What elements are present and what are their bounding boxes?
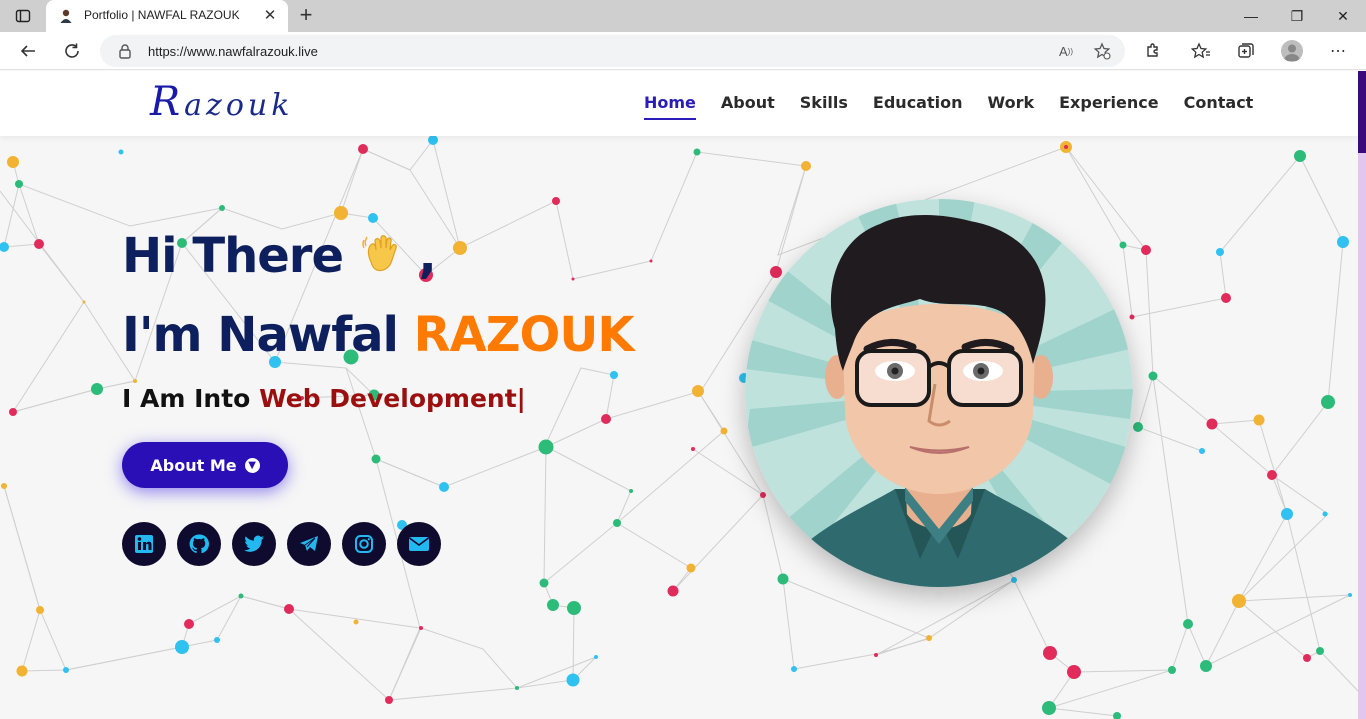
site-favicon-icon bbox=[60, 9, 72, 23]
favorites-icon[interactable] bbox=[1190, 40, 1212, 62]
browser-tab[interactable]: Portfolio | NAWFAL RAZOUK ✕ bbox=[46, 0, 288, 32]
profile-avatar-image bbox=[745, 199, 1133, 587]
tab-actions-icon[interactable] bbox=[15, 8, 31, 24]
lock-icon[interactable] bbox=[118, 43, 132, 59]
telegram-link[interactable] bbox=[287, 522, 331, 566]
main-nav: Home About Skills Education Work Experie… bbox=[644, 93, 1278, 120]
page-viewport: Razouk Home About Skills Education Work … bbox=[0, 71, 1358, 719]
twitter-link[interactable] bbox=[232, 522, 276, 566]
site-header: Razouk Home About Skills Education Work … bbox=[0, 71, 1358, 136]
back-icon[interactable] bbox=[14, 37, 42, 65]
nav-link-education[interactable]: Education bbox=[873, 93, 963, 120]
nav-link-work[interactable]: Work bbox=[988, 93, 1035, 120]
typed-prefix: I Am Into bbox=[122, 384, 251, 413]
tab-title: Portfolio | NAWFAL RAZOUK bbox=[84, 8, 240, 22]
hero-greeting: Hi There , bbox=[122, 228, 437, 284]
mail-icon bbox=[409, 537, 429, 551]
nav-link-skills[interactable]: Skills bbox=[800, 93, 848, 120]
extensions-icon[interactable] bbox=[1142, 40, 1164, 62]
refresh-icon[interactable] bbox=[58, 37, 86, 65]
browser-tab-bar: Portfolio | NAWFAL RAZOUK ✕ + — ❐ ✕ bbox=[0, 0, 1366, 32]
page-scrollbar[interactable] bbox=[1358, 71, 1366, 719]
twitter-icon bbox=[244, 535, 264, 552]
linkedin-icon bbox=[135, 535, 153, 553]
email-link[interactable] bbox=[397, 522, 441, 566]
logo-initial: R bbox=[150, 79, 185, 125]
instagram-icon bbox=[355, 535, 373, 553]
more-menu-icon[interactable]: ⋯ bbox=[1327, 40, 1349, 62]
hero-name: RAZOUK bbox=[413, 307, 635, 363]
intro-text: I'm Nawfal bbox=[122, 307, 399, 363]
add-favorite-icon[interactable] bbox=[1092, 41, 1112, 61]
arrow-down-circle-icon: ▼ bbox=[244, 457, 260, 473]
about-me-label: About Me bbox=[150, 455, 237, 475]
nav-link-home[interactable]: Home bbox=[644, 93, 696, 120]
nav-link-experience[interactable]: Experience bbox=[1059, 93, 1159, 120]
telegram-icon bbox=[300, 536, 318, 551]
url-text[interactable]: https://www.nawfalrazouk.live bbox=[148, 44, 318, 59]
read-aloud-icon[interactable]: A)) bbox=[1056, 41, 1076, 61]
scrollbar-thumb[interactable] bbox=[1358, 71, 1366, 153]
restore-icon[interactable]: ❐ bbox=[1274, 0, 1320, 32]
nav-link-about[interactable]: About bbox=[721, 93, 775, 120]
url-field[interactable]: https://www.nawfalrazouk.live A)) bbox=[100, 35, 1125, 67]
linkedin-link[interactable] bbox=[122, 522, 166, 566]
typed-line: I Am Into Web Development| bbox=[122, 384, 526, 413]
typed-value: Web Development| bbox=[259, 384, 526, 413]
new-tab-icon[interactable]: + bbox=[294, 4, 318, 28]
greeting-text: Hi There bbox=[122, 228, 344, 284]
tab-close-icon[interactable]: ✕ bbox=[260, 6, 280, 26]
window-close-icon[interactable]: ✕ bbox=[1320, 0, 1366, 32]
collections-icon[interactable] bbox=[1235, 40, 1257, 62]
minimize-icon[interactable]: — bbox=[1228, 0, 1274, 32]
instagram-link[interactable] bbox=[342, 522, 386, 566]
about-me-button[interactable]: About Me ▼ bbox=[122, 442, 288, 488]
greeting-suffix: , bbox=[418, 228, 436, 284]
github-link[interactable] bbox=[177, 522, 221, 566]
hero-intro: I'm Nawfal RAZOUK bbox=[122, 307, 635, 363]
site-logo[interactable]: Razouk bbox=[150, 79, 293, 125]
social-links bbox=[122, 522, 441, 566]
logo-text: azouk bbox=[184, 88, 294, 123]
address-bar: https://www.nawfalrazouk.live A)) ⋯ bbox=[0, 32, 1366, 70]
github-icon bbox=[189, 534, 210, 554]
nav-link-contact[interactable]: Contact bbox=[1184, 93, 1254, 120]
profile-avatar-icon[interactable] bbox=[1281, 40, 1303, 62]
waving-hand-icon bbox=[362, 235, 397, 272]
